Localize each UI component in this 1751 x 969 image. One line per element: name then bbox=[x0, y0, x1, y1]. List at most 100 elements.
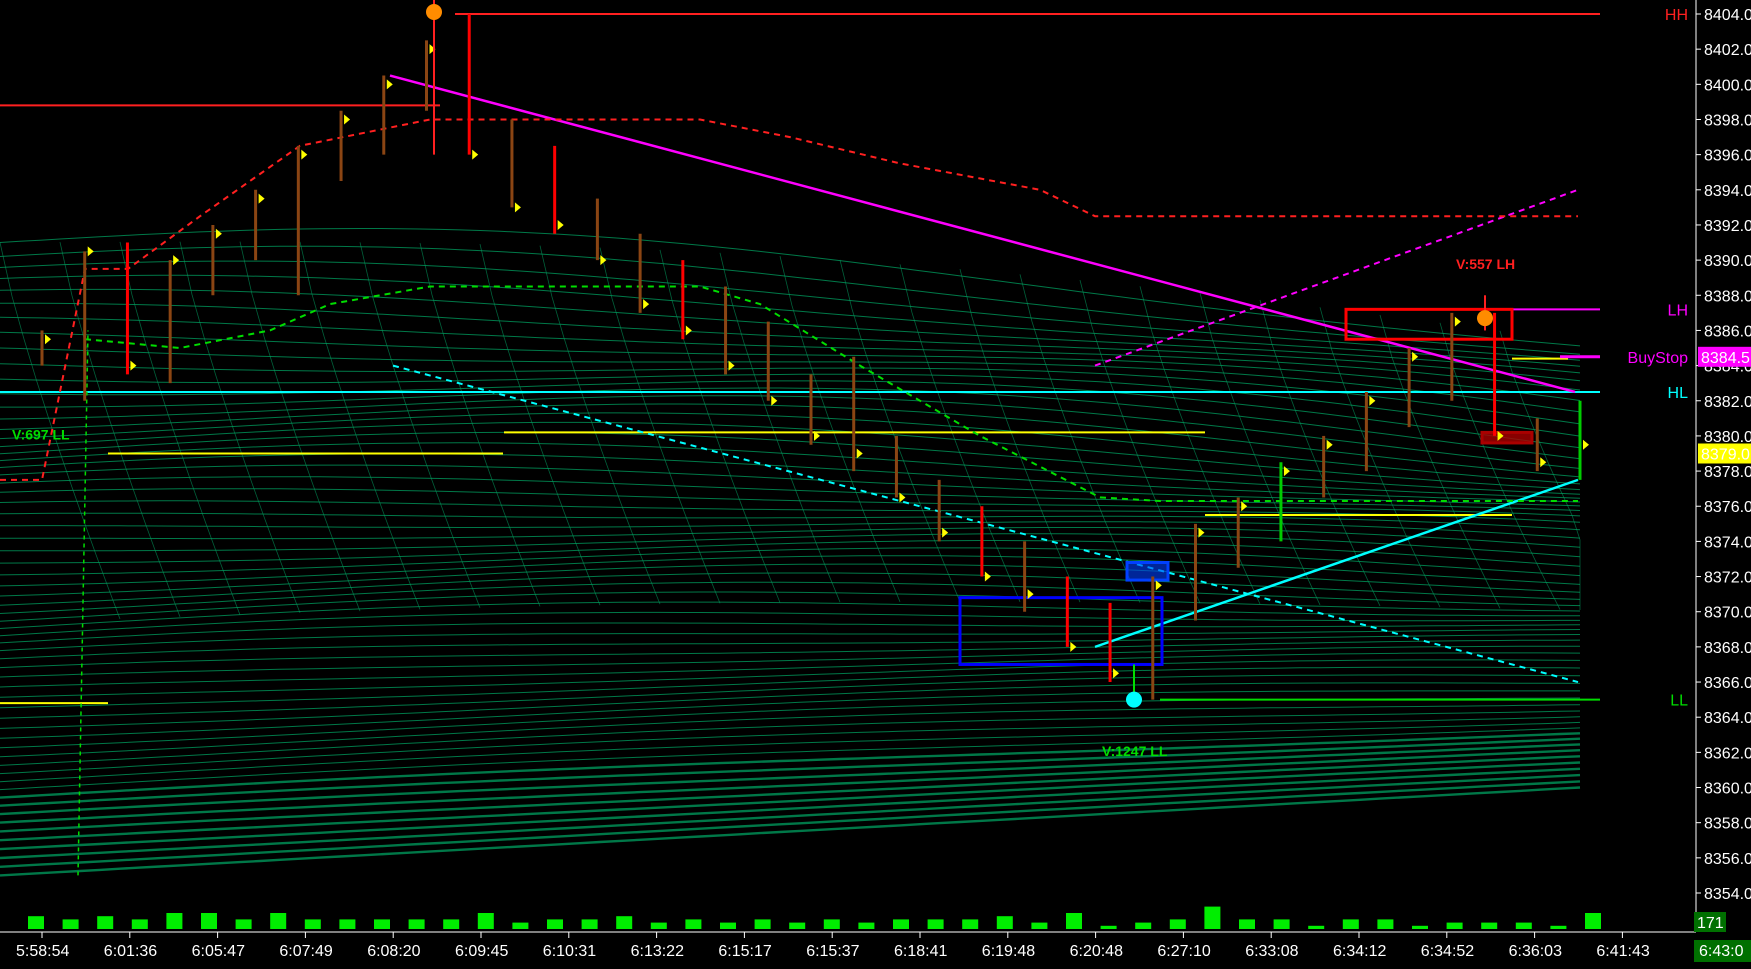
y-tick-label: 8378.0 bbox=[1704, 464, 1751, 481]
volume-bar bbox=[1135, 922, 1152, 929]
y-tick-label: 8388.0 bbox=[1704, 288, 1751, 305]
volume-bar bbox=[1412, 925, 1428, 929]
y-tick-label: 8360.0 bbox=[1704, 781, 1751, 798]
level-label: HL bbox=[1668, 385, 1689, 402]
x-tick-label: 6:27:10 bbox=[1157, 943, 1210, 960]
y-tick-label: 8374.0 bbox=[1704, 534, 1751, 551]
y-tick-label: 8376.0 bbox=[1704, 499, 1751, 516]
volume-bar bbox=[547, 919, 563, 929]
volume-bar bbox=[1585, 913, 1601, 929]
volume-bar bbox=[1066, 913, 1082, 929]
level-label: HH bbox=[1665, 7, 1688, 24]
lh-swing-dot bbox=[1477, 310, 1493, 327]
y-tick-label: 8394.0 bbox=[1704, 183, 1751, 200]
y-tick-label: 8390.0 bbox=[1704, 253, 1751, 270]
x-tick-label: 5:58:54 bbox=[16, 943, 69, 960]
y-tick-label: 8392.0 bbox=[1704, 218, 1751, 235]
x-tick-label: 6:10:31 bbox=[543, 943, 596, 960]
x-tick-label: 6:19:48 bbox=[982, 943, 1035, 960]
y-tick-label: 8398.0 bbox=[1704, 112, 1751, 129]
x-tick-label: 6:34:12 bbox=[1333, 943, 1386, 960]
volume-bar bbox=[893, 919, 909, 929]
volume-bar bbox=[685, 919, 702, 929]
volume-bar bbox=[304, 919, 321, 929]
x-tick-label: 6:09:45 bbox=[455, 943, 508, 960]
volume-bar bbox=[408, 919, 425, 929]
volume-bar bbox=[1100, 925, 1117, 929]
level-label: LL bbox=[1670, 693, 1688, 710]
x-tick-label: 6:20:48 bbox=[1070, 943, 1123, 960]
price-tag: 8379.0 bbox=[1701, 447, 1750, 464]
volume-bar bbox=[1169, 919, 1186, 929]
y-tick-label: 8372.0 bbox=[1704, 570, 1751, 587]
price-tag: 8384.5 bbox=[1701, 350, 1750, 367]
volume-bar bbox=[996, 916, 1013, 929]
blue-small-box bbox=[1125, 560, 1170, 582]
level-label: BuyStop bbox=[1628, 350, 1689, 367]
volume-bar bbox=[1308, 925, 1325, 929]
volume-bar bbox=[97, 916, 114, 929]
y-tick-label: 8356.0 bbox=[1704, 851, 1751, 868]
volume-bar bbox=[339, 919, 356, 929]
volume-bar bbox=[1446, 922, 1463, 929]
volume-bar bbox=[270, 913, 287, 929]
volume-bar bbox=[962, 919, 979, 929]
x-tick-label: 6:18:41 bbox=[894, 943, 947, 960]
x-tick-label: 6:36:03 bbox=[1509, 943, 1562, 960]
volume-bar bbox=[650, 922, 667, 929]
volume-bar bbox=[927, 919, 944, 929]
x-tick-label: 6:41:43 bbox=[1596, 943, 1649, 960]
volume-bar bbox=[720, 922, 736, 929]
y-tick-label: 8358.0 bbox=[1704, 816, 1751, 833]
volume-bar bbox=[131, 919, 148, 929]
y-tick-label: 8368.0 bbox=[1704, 640, 1751, 657]
chart-window[interactable]: 8404.0 8402.0 8400.0 8398.0 8396.0 8394.0 8392… bbox=[0, 0, 1751, 969]
annotation-ll-2: V:1247 LL bbox=[1102, 743, 1168, 759]
volume-bar bbox=[512, 922, 529, 929]
y-tick-label: 8402.0 bbox=[1704, 42, 1751, 59]
volume-bar bbox=[443, 919, 460, 929]
volume-readout: 171 bbox=[1697, 915, 1724, 932]
volume-bar bbox=[374, 919, 390, 929]
y-tick-label: 8404.0 bbox=[1704, 7, 1751, 24]
volume-bar bbox=[166, 913, 183, 929]
y-tick-label: 8362.0 bbox=[1704, 745, 1751, 762]
volume-bar bbox=[754, 919, 771, 929]
x-tick-label: 6:15:17 bbox=[718, 943, 771, 960]
y-tick-label: 8382.0 bbox=[1704, 394, 1751, 411]
y-tick-label: 8400.0 bbox=[1704, 77, 1751, 94]
volume-bar bbox=[1273, 919, 1290, 929]
chart-canvas[interactable]: 8404.0 8402.0 8400.0 8398.0 8396.0 8394.0 8392… bbox=[0, 0, 1751, 969]
x-tick-label: 6:07:49 bbox=[279, 943, 332, 960]
volume-bar bbox=[477, 913, 494, 929]
volume-bar bbox=[1239, 919, 1255, 929]
x-tick-label: 6:13:22 bbox=[631, 943, 684, 960]
y-tick-label: 8396.0 bbox=[1704, 148, 1751, 165]
high-swing-dot bbox=[426, 4, 442, 20]
annotation-lh: V:557 LH bbox=[1456, 256, 1515, 272]
low-swing-dot bbox=[1126, 691, 1142, 708]
annotation-ll-1: V:697 LL bbox=[12, 426, 70, 442]
x-tick-label: 6:05:47 bbox=[192, 943, 245, 960]
time-readout: 6:43:0 bbox=[1699, 943, 1744, 960]
x-tick-label: 6:33:08 bbox=[1245, 943, 1298, 960]
volume-bar bbox=[581, 919, 598, 929]
volume-bar bbox=[62, 919, 79, 929]
x-tick-label: 6:34:52 bbox=[1421, 943, 1474, 960]
volume-bar bbox=[789, 922, 806, 929]
volume-bar bbox=[235, 919, 252, 929]
volume-bar bbox=[1342, 919, 1359, 929]
volume-bar bbox=[28, 916, 44, 929]
y-tick-label: 8366.0 bbox=[1704, 675, 1751, 692]
volume-bar bbox=[1515, 922, 1532, 929]
volume-bar bbox=[1204, 906, 1221, 929]
y-tick-label: 8370.0 bbox=[1704, 605, 1751, 622]
level-label: LH bbox=[1668, 302, 1688, 319]
volume-bar bbox=[823, 919, 840, 929]
y-tick-label: 8380.0 bbox=[1704, 429, 1751, 446]
y-tick-label: 8364.0 bbox=[1704, 710, 1751, 727]
volume-bar bbox=[858, 922, 875, 929]
y-tick-label: 8354.0 bbox=[1704, 886, 1751, 903]
volume-bar bbox=[1031, 922, 1048, 929]
volume-bar bbox=[1550, 925, 1567, 929]
